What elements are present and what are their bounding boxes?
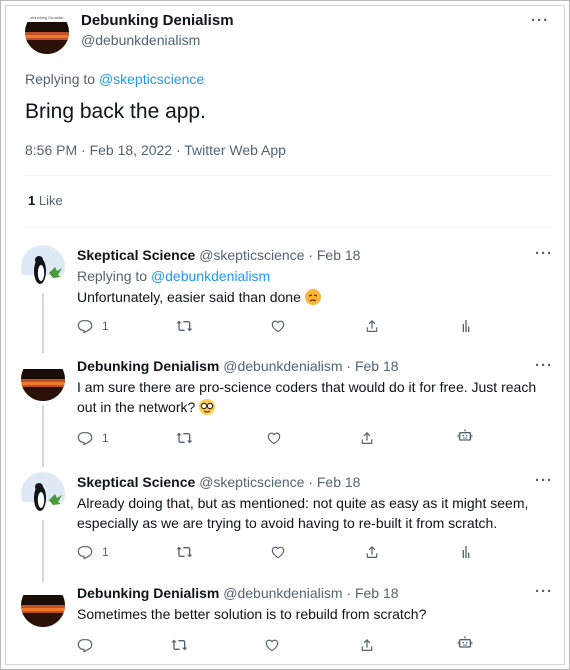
like-button[interactable] [266,430,282,446]
reply-text-line: especially as we are trying to avoid hav… [77,515,498,531]
retweet-icon [176,430,192,446]
tweet-text: Bring back the app. [25,100,206,123]
author-meta[interactable]: @debunkdenialism · Feb 18 [223,585,398,601]
like-icon [270,544,286,560]
share-button[interactable] [364,544,380,560]
retweet-button[interactable] [176,318,192,334]
avatar[interactable] [21,472,65,516]
share-icon [359,637,375,653]
like-button[interactable] [270,318,286,334]
share-button[interactable] [359,637,375,653]
reply-button[interactable] [77,637,93,653]
reply-text: out in the network? [77,399,216,415]
reply-count: 1 [102,319,109,333]
retweet-button[interactable] [176,544,192,560]
retweet-button[interactable] [176,430,192,446]
reply-count: 1 [102,431,109,445]
replying-to: Replying to @debunkdenialism [77,268,270,284]
reply-text: Unfortunately, easier said than done [77,289,321,305]
share-button[interactable] [359,430,375,446]
more-icon[interactable]: ··· [535,472,553,489]
thread-line [42,520,44,582]
replying-to-link[interactable]: @skepticscience [99,71,204,87]
author-meta[interactable]: @debunkdenialism · Feb 18 [223,358,398,374]
share-icon [364,318,380,334]
author-name[interactable]: Debunking Denialism [77,585,219,601]
replying-prefix: Replying to [25,71,96,87]
reply-header: Skeptical Science @skepticscience · Feb … [77,247,360,263]
bot-icon [457,428,473,444]
nerd-emoji [199,399,216,415]
analytics-icon [458,544,474,560]
avatar[interactable] [21,583,65,627]
reply-button[interactable]: 1 [77,430,109,446]
retweet-button[interactable] [171,637,187,653]
avatar[interactable] [21,245,65,289]
more-icon[interactable]: ··· [531,12,549,29]
reply-icon [77,544,93,560]
reply-count: 1 [102,545,109,559]
tweet-screenshot-frame: Debunking Denialism Debunking Denialism … [0,0,570,670]
reply-header: Debunking Denialism @debunkdenialism · F… [77,358,399,374]
reply-text-line: Already doing that, but as mentioned: no… [77,495,529,511]
reply-header: Skeptical Science @skepticscience · Feb … [77,474,360,490]
bot-button[interactable] [457,635,473,651]
author-name[interactable]: Debunking Denialism [81,12,234,29]
analytics-button[interactable] [458,318,474,334]
retweet-icon [176,544,192,560]
like-icon [266,430,282,446]
bot-icon [457,635,473,651]
share-icon [364,544,380,560]
reply-icon [77,637,93,653]
reply-text-line: out in the network? [77,399,196,415]
bot-button[interactable] [457,428,473,444]
like-label: Like [38,193,63,208]
more-icon[interactable]: ··· [535,245,553,262]
analytics-button[interactable] [458,544,474,560]
more-icon[interactable]: ··· [535,583,553,600]
thread-line [42,293,44,353]
like-button[interactable] [264,637,280,653]
author-handle[interactable]: @debunkdenialism [81,32,200,48]
reply-text-line: I am sure there are pro-science coders t… [77,379,537,395]
reply-icon [77,430,93,446]
reply-text-line: Sometimes the better solution is to rebu… [77,606,427,622]
author-meta[interactable]: @skepticscience · Feb 18 [199,474,360,490]
retweet-icon [176,318,192,334]
thread-line [42,405,44,467]
avatar[interactable] [21,357,65,401]
like-icon [264,637,280,653]
replying-to-link[interactable]: @debunkdenialism [151,268,270,284]
author-name[interactable]: Skeptical Science [77,474,195,490]
like-count: 1 [28,193,36,208]
divider [25,175,551,176]
like-count-link[interactable]: 1 Like [28,193,63,208]
avatar-caption: Debunking Denialism [28,15,66,20]
reply-text-line: Unfortunately, easier said than done [77,289,301,305]
replying-prefix: Replying to [77,268,148,284]
like-icon [270,318,286,334]
disappointed-emoji [304,289,321,305]
reply-icon [77,318,93,334]
share-button[interactable] [364,318,380,334]
reply-button[interactable]: 1 [77,544,109,560]
replying-to: Replying to @skepticscience [25,71,204,87]
reply-header: Debunking Denialism @debunkdenialism · F… [77,585,399,601]
analytics-icon [458,318,474,334]
author-name[interactable]: Skeptical Science [77,247,195,263]
author-name[interactable]: Debunking Denialism [77,358,219,374]
divider [25,227,551,228]
author-meta[interactable]: @skepticscience · Feb 18 [199,247,360,263]
reply-button[interactable]: 1 [77,318,109,334]
more-icon[interactable]: ··· [535,357,553,374]
avatar[interactable]: Debunking Denialism [25,10,69,54]
tweet-timestamp[interactable]: 8:56 PM · Feb 18, 2022 · Twitter Web App [25,142,286,158]
retweet-icon [171,637,187,653]
share-icon [359,430,375,446]
like-button[interactable] [270,544,286,560]
